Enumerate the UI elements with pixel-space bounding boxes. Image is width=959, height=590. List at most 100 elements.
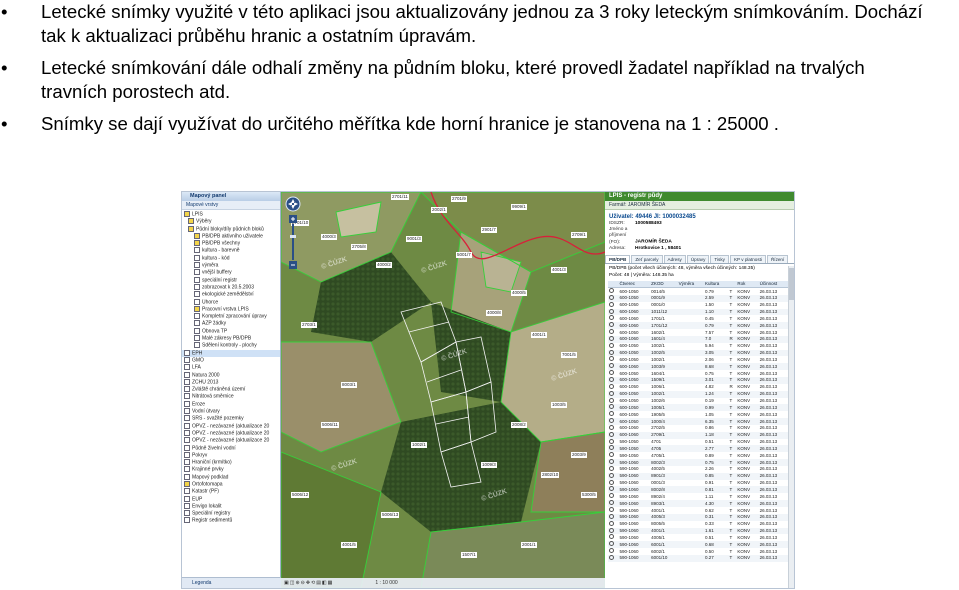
layer-item[interactable]: OPVZ - nezávazné (aktualizace 20 — [182, 422, 280, 430]
layer-checkbox[interactable] — [184, 356, 190, 363]
layer-item[interactable]: ekologické zemědělství — [182, 291, 280, 298]
layer-checkbox[interactable] — [194, 291, 200, 298]
layer-checkbox[interactable] — [194, 269, 200, 276]
zoom-to-parcel-icon[interactable] — [609, 438, 614, 444]
layer-checkbox[interactable] — [184, 408, 190, 415]
layer-checkbox[interactable] — [184, 386, 190, 393]
zoom-to-parcel-icon[interactable] — [609, 527, 614, 533]
layer-item[interactable]: Pokryv — [182, 451, 280, 459]
tab-2[interactable]: Adresy — [663, 255, 686, 264]
layer-item[interactable]: Registr sedimentů — [182, 517, 280, 524]
layer-item[interactable]: SRS - svažité pozemky — [182, 415, 280, 422]
layer-item[interactable]: Pracovní vrstva LPIS — [182, 305, 280, 313]
zoom-to-parcel-icon[interactable] — [609, 520, 614, 526]
zoom-to-parcel-icon[interactable] — [609, 493, 614, 499]
layer-checkbox[interactable] — [184, 495, 190, 502]
layer-checkbox[interactable] — [194, 327, 200, 334]
layer-checkbox[interactable] — [194, 342, 200, 349]
layer-item[interactable]: Půdně živelní vodní — [182, 444, 280, 452]
layer-checkbox[interactable] — [194, 240, 200, 247]
zoom-to-parcel-icon[interactable] — [609, 342, 614, 348]
table-row[interactable]: 590-1060 4001/1 0.62 T KONV 26.03.13 — [608, 507, 788, 514]
layer-checkbox[interactable] — [194, 298, 200, 305]
zoom-to-parcel-icon[interactable] — [609, 534, 614, 540]
layer-item[interactable]: ZCHÚ 2013 — [182, 378, 280, 386]
zoom-to-parcel-icon[interactable] — [609, 507, 614, 513]
layer-item[interactable]: EPH — [182, 349, 280, 357]
zoom-to-parcel-icon[interactable] — [609, 513, 614, 519]
layer-checkbox[interactable] — [184, 444, 190, 451]
layer-item[interactable]: Mapový podklad — [182, 473, 280, 481]
table-row[interactable]: 590-1060 4005/1 0.51 T KONV 26.03.13 — [608, 534, 788, 541]
layer-item[interactable]: zobrazovat k 20.5.2003 — [182, 283, 280, 291]
layers-toolbar[interactable]: Mapové vrstvy — [182, 201, 280, 210]
layer-checkbox[interactable] — [184, 429, 190, 436]
layer-item[interactable]: PB/DPB aktivního uživatele — [182, 232, 280, 240]
layer-checkbox[interactable] — [194, 276, 200, 283]
zoom-to-parcel-icon[interactable] — [609, 554, 614, 560]
table-row[interactable]: 590-1060 8903/1 4.30 T KONV 26.03.13 — [608, 500, 788, 508]
layer-item[interactable]: Malé zákresy PB/DPB — [182, 335, 280, 342]
zoom-to-parcel-icon[interactable] — [609, 479, 614, 485]
table-row[interactable]: 590-1060 8902/4 1.11 T KONV 26.03.13 — [608, 493, 788, 500]
tab-1[interactable]: Zeť parcely — [631, 255, 663, 264]
zoom-to-parcel-icon[interactable] — [609, 308, 614, 314]
table-row[interactable]: 600-1060 1011/12 1.10 T KONV 26.03.13 — [608, 308, 788, 316]
zoom-to-parcel-icon[interactable] — [609, 363, 614, 369]
layer-checkbox[interactable] — [184, 451, 190, 458]
tab-3[interactable]: Úpravy — [686, 255, 710, 264]
map-view[interactable]: 2701/11 2701/9 2701/10 9909/1 2705/8 2901/7 40… — [281, 192, 605, 588]
layer-item[interactable]: OPVZ - nezávazné (aktualizace 20 — [182, 437, 280, 444]
layer-checkbox[interactable] — [184, 371, 190, 378]
layer-item[interactable]: Envigo lokalit — [182, 502, 280, 510]
table-row[interactable]: 590-1060 8005/5 0.33 T KONV 26.03.13 — [608, 520, 788, 528]
layer-checkbox[interactable] — [194, 335, 200, 342]
layer-item[interactable]: speciální registr — [182, 276, 280, 284]
layer-item[interactable]: kultura - kód — [182, 254, 280, 262]
table-row[interactable]: 600-1060 1701/1 0.45 T KONV 26.03.13 — [608, 315, 788, 322]
layer-item[interactable]: Zvláště chráněná území — [182, 386, 280, 393]
table-row[interactable]: 600-1060 2709/1 1.18 T KONV 26.03.13 — [608, 431, 788, 439]
zoom-to-parcel-icon[interactable] — [609, 356, 614, 362]
table-row[interactable]: 600-1050 1006/1 4.82 R KONV 26.03.13 — [608, 383, 788, 391]
layer-item[interactable]: Eroze — [182, 400, 280, 408]
layer-checkbox[interactable] — [194, 313, 200, 320]
table-row[interactable]: 600-1050 1002/1 1.24 T KONV 26.03.13 — [608, 390, 788, 398]
zoom-to-parcel-icon[interactable] — [609, 349, 614, 355]
table-row[interactable]: 600-1050 1000/4 6.35 T KONV 26.03.13 — [608, 418, 788, 425]
layer-item[interactable]: Nitrátová směrnice — [182, 393, 280, 400]
zoom-to-parcel-icon[interactable] — [609, 301, 614, 307]
table-row[interactable]: 590-1060 4005/3 0.31 T KONV 26.03.13 — [608, 513, 788, 521]
zoom-to-parcel-icon[interactable] — [609, 459, 614, 465]
layer-checkbox[interactable] — [184, 459, 190, 466]
tab-0[interactable]: PB/DPB — [605, 255, 631, 264]
layer-item[interactable]: Půdní bloky/díly půdních bloků — [182, 225, 280, 233]
layer-checkbox[interactable] — [184, 488, 190, 495]
layer-item[interactable]: Sdělení kontroly - plochy — [182, 342, 280, 349]
table-row[interactable]: 590-1060 4001/1 1.61 T KONV 26.03.13 — [608, 527, 788, 535]
zoom-to-parcel-icon[interactable] — [609, 465, 614, 471]
legend-button[interactable]: Legenda — [182, 577, 290, 588]
layer-checkbox[interactable] — [184, 517, 190, 524]
layer-checkbox[interactable] — [184, 422, 190, 429]
layer-checkbox[interactable] — [194, 305, 200, 312]
table-row[interactable]: 590-1060 8002/8 0.81 T KONV 26.03.13 — [608, 486, 788, 494]
table-row[interactable]: 590-1060 6002/1 0.50 T KONV 26.03.13 — [608, 548, 788, 555]
layer-checkbox[interactable] — [184, 364, 190, 371]
layer-checkbox[interactable] — [194, 247, 200, 254]
zoom-to-parcel-icon[interactable] — [609, 424, 614, 430]
layer-item[interactable]: GMO — [182, 356, 280, 364]
layer-checkbox[interactable] — [184, 400, 190, 407]
table-row[interactable]: 600-1060 2702/5 0.86 T KONV 26.03.13 — [608, 424, 788, 432]
zoom-to-parcel-icon[interactable] — [609, 486, 614, 492]
table-row[interactable]: 600-1050 1509/1 3.01 T KONV 26.03.13 — [608, 376, 788, 384]
table-row[interactable]: 600-1060 1701/12 0.79 T KONV 26.03.13 — [608, 322, 788, 330]
layer-item[interactable]: Výběry — [182, 218, 280, 225]
zoom-to-parcel-icon[interactable] — [609, 452, 614, 458]
table-row[interactable]: 600-1050 0014/5 0.79 T KONV 26.03.13 — [608, 288, 788, 295]
table-row[interactable]: 590-1060 4002/5 2.26 T KONV 26.03.13 — [608, 465, 788, 473]
zoom-to-parcel-icon[interactable] — [609, 431, 614, 437]
zoom-to-parcel-icon[interactable] — [609, 383, 614, 389]
table-row[interactable]: 600-1050 1905/5 1.05 T KONV 26.03.13 — [608, 411, 788, 418]
zoom-to-parcel-icon[interactable] — [609, 288, 614, 294]
